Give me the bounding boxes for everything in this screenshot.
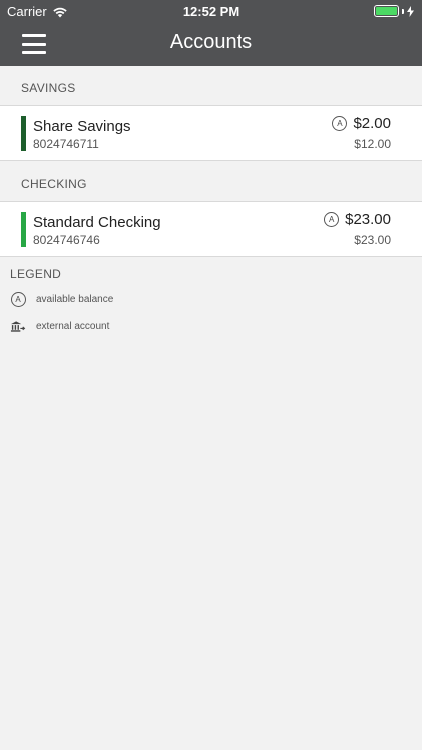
account-name: Standard Checking bbox=[33, 214, 161, 231]
account-row-share-savings[interactable]: Share Savings 8024746711 A $2.00 $12.00 bbox=[0, 105, 422, 161]
legend-item-available-balance: A available balance bbox=[10, 291, 113, 307]
battery-icon bbox=[374, 5, 399, 17]
status-bar: Carrier 12:52 PM bbox=[0, 0, 422, 22]
external-account-icon bbox=[10, 320, 26, 332]
account-name: Share Savings bbox=[33, 118, 131, 135]
available-balance: A $23.00 bbox=[324, 211, 391, 228]
top-bar: Carrier 12:52 PM Accounts bbox=[0, 0, 422, 66]
account-color-bar bbox=[21, 116, 26, 151]
available-amount: $2.00 bbox=[353, 115, 391, 132]
account-row-standard-checking[interactable]: Standard Checking 8024746746 A $23.00 $2… bbox=[0, 201, 422, 257]
current-balance: $12.00 bbox=[354, 137, 391, 151]
available-balance-icon: A bbox=[10, 291, 26, 307]
clock: 12:52 PM bbox=[182, 4, 240, 19]
legend-label: available balance bbox=[36, 293, 114, 305]
account-number: 8024746711 bbox=[33, 137, 99, 151]
charging-bolt-icon bbox=[407, 5, 414, 17]
navigation-bar: Accounts bbox=[0, 22, 422, 66]
available-balance-icon: A bbox=[324, 212, 340, 227]
available-balance-icon: A bbox=[332, 116, 348, 131]
available-balance: A $2.00 bbox=[332, 115, 391, 132]
page-title: Accounts bbox=[169, 31, 253, 53]
account-number: 8024746746 bbox=[33, 233, 100, 247]
current-balance: $23.00 bbox=[354, 233, 391, 247]
section-header-checking: CHECKING bbox=[21, 177, 87, 191]
battery-indicator bbox=[374, 5, 414, 17]
legend-label: external account bbox=[36, 320, 110, 332]
account-color-bar bbox=[21, 212, 26, 247]
legend-item-external-account: external account bbox=[10, 318, 109, 334]
section-header-savings: SAVINGS bbox=[21, 81, 76, 95]
legend-title: LEGEND bbox=[10, 267, 62, 281]
available-amount: $23.00 bbox=[345, 211, 391, 228]
